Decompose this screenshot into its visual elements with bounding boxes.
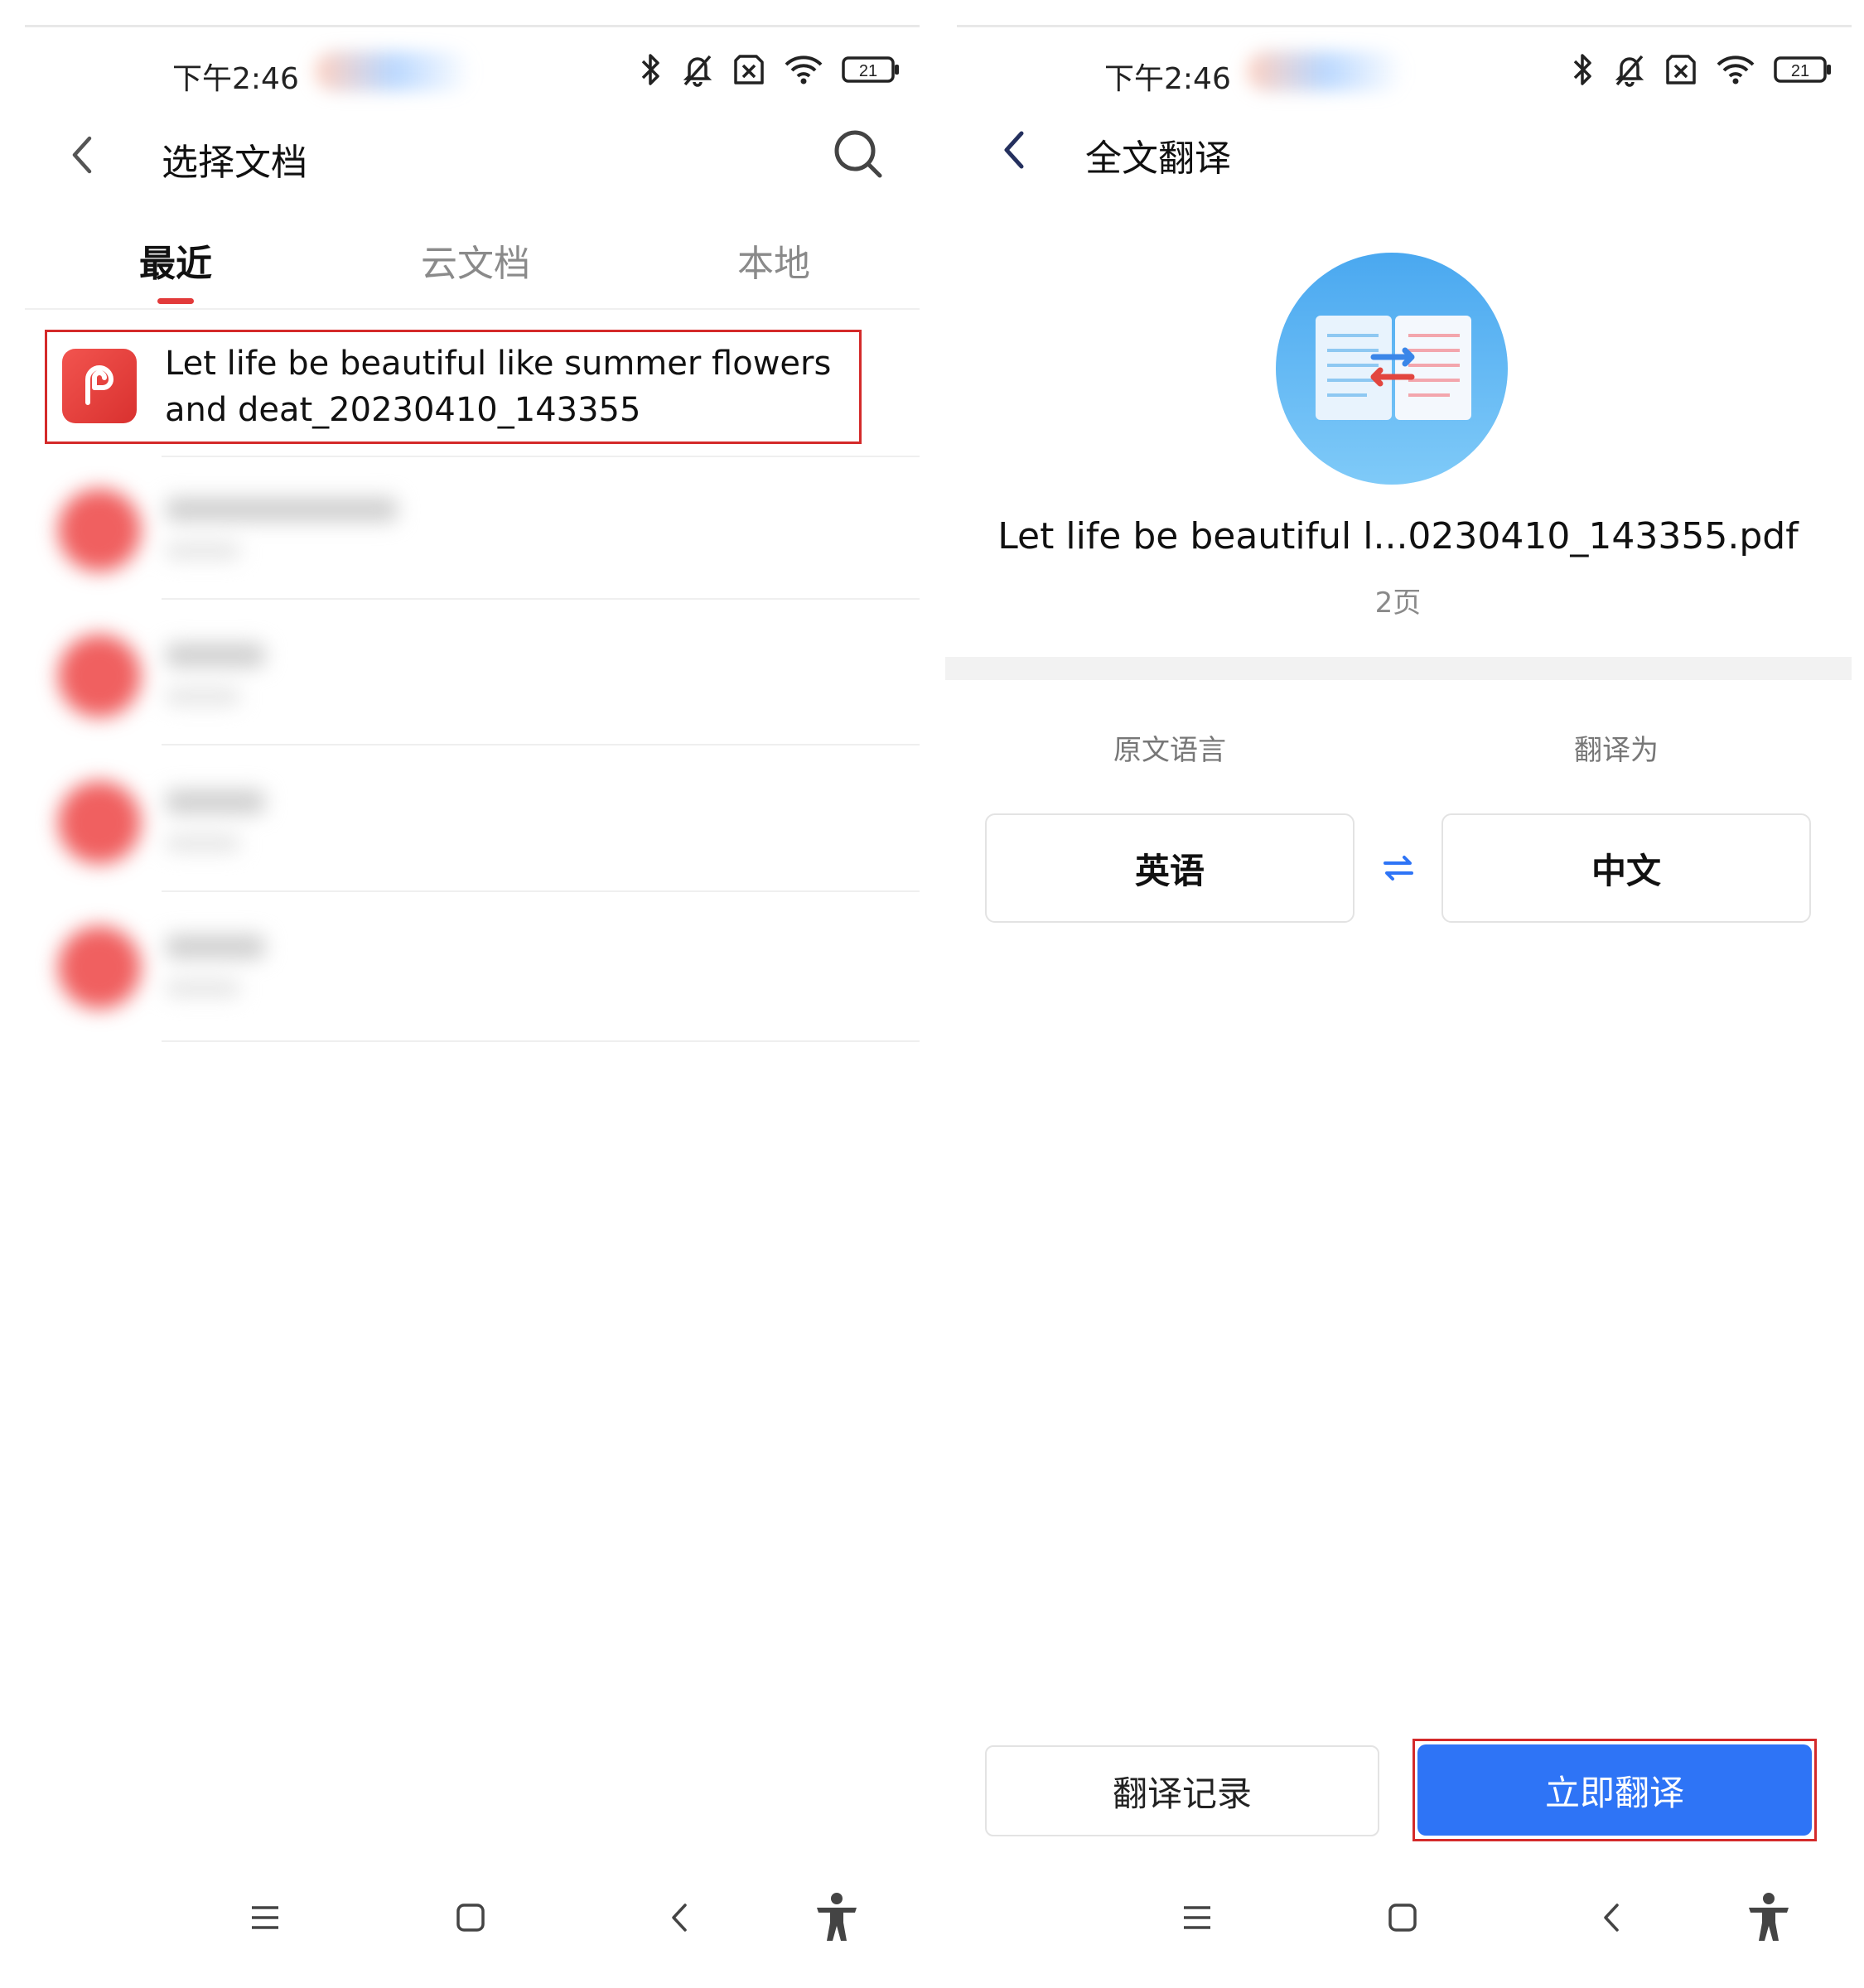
divider <box>162 456 920 457</box>
menu-icon <box>252 1906 278 1929</box>
tab-cloud-docs[interactable]: 云文档 <box>421 234 530 287</box>
home-icon <box>1388 1904 1417 1932</box>
back-icon <box>1004 131 1024 169</box>
mute-icon <box>1615 55 1644 87</box>
tab-active-indicator <box>157 298 194 304</box>
menu-button[interactable] <box>232 1889 298 1947</box>
search-icon <box>834 130 882 178</box>
swap-icon <box>1384 856 1413 881</box>
section-separator <box>945 657 1852 680</box>
mute-icon <box>683 55 712 87</box>
menu-icon <box>1184 1906 1210 1929</box>
blurred-list-item <box>50 773 630 881</box>
source-language-select[interactable]: 英语 <box>985 813 1355 923</box>
divider <box>25 25 920 27</box>
translate-now-button[interactable]: 立即翻译 <box>1417 1744 1812 1836</box>
nav-back-button[interactable] <box>1578 1889 1644 1947</box>
status-time: 下午2:46 <box>172 62 299 96</box>
file-list-item[interactable]: Let life be beautiful like summer flower… <box>45 330 862 444</box>
tab-recent[interactable]: 最近 <box>139 234 212 287</box>
page-title: 选择文档 <box>162 142 307 184</box>
target-language-select[interactable]: 中文 <box>1441 813 1811 923</box>
divider <box>25 308 920 310</box>
page-count: 2页 <box>1374 586 1422 620</box>
bluetooth-icon <box>1573 54 1591 85</box>
document-name: Let life be beautiful l...0230410_143355… <box>997 515 1799 557</box>
blurred-list-item <box>50 918 630 1025</box>
battery-icon: 21 <box>842 56 899 83</box>
full-text-translation-screen: 下午2:46 21 全文翻译 Let life be beautiful l..… <box>932 0 1864 1988</box>
accessibility-icon <box>1749 1893 1789 1941</box>
source-language-label: 原文语言 <box>1113 734 1226 767</box>
translation-history-button[interactable]: 翻译记录 <box>985 1745 1379 1836</box>
battery-icon: 21 <box>1774 56 1831 83</box>
accessibility-icon <box>817 1893 857 1941</box>
sim-off-icon <box>734 55 764 84</box>
search-button[interactable] <box>825 121 891 187</box>
pdf-icon <box>62 349 137 423</box>
home-button[interactable] <box>1369 1889 1436 1947</box>
divider <box>162 744 920 746</box>
back-button[interactable] <box>54 126 112 184</box>
bluetooth-icon <box>641 54 659 85</box>
divider <box>162 1040 920 1042</box>
swap-languages-button[interactable] <box>1375 843 1422 893</box>
status-icons: 21 <box>1570 51 1832 88</box>
blurred-list-item <box>50 626 630 734</box>
accessibility-button[interactable] <box>1736 1889 1802 1947</box>
home-icon <box>456 1904 485 1932</box>
battery-level: 21 <box>859 62 877 80</box>
nav-back-icon <box>672 1904 687 1932</box>
blurred-list-item <box>50 480 630 588</box>
divider <box>957 25 1852 27</box>
page-title: 全文翻译 <box>1085 138 1231 180</box>
status-notification-blur <box>1247 51 1404 91</box>
status-time: 下午2:46 <box>1104 62 1231 96</box>
status-icons: 21 <box>638 51 900 88</box>
wifi-icon <box>785 55 823 84</box>
back-button[interactable] <box>986 121 1044 179</box>
status-notification-blur <box>315 51 472 91</box>
translate-book-icon <box>1276 253 1508 485</box>
file-name: Let life be beautiful like summer flower… <box>165 345 832 429</box>
target-language-label: 翻译为 <box>1574 734 1659 767</box>
sim-off-icon <box>1666 55 1696 84</box>
divider <box>162 890 920 892</box>
select-document-screen: 下午2:46 21 选择文档 最近 云文档 本地 Let life be bea… <box>0 0 932 1988</box>
nav-back-icon <box>1604 1904 1619 1932</box>
tab-local[interactable]: 本地 <box>737 234 810 287</box>
accessibility-button[interactable] <box>804 1889 870 1947</box>
back-icon <box>72 136 92 174</box>
wifi-icon <box>1717 55 1755 84</box>
home-button[interactable] <box>437 1889 504 1947</box>
menu-button[interactable] <box>1164 1889 1230 1947</box>
battery-level: 21 <box>1791 62 1809 80</box>
divider <box>162 598 920 600</box>
nav-back-button[interactable] <box>646 1889 712 1947</box>
